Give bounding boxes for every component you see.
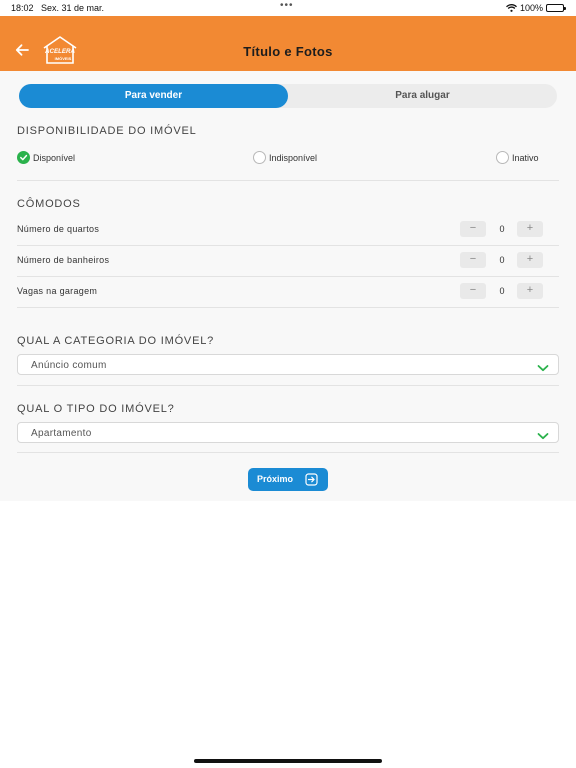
tab-para-alugar[interactable]: Para alugar — [288, 84, 557, 108]
form-content: Para vender Para alugar DISPONIBILIDADE … — [0, 71, 576, 501]
next-button-label: Próximo — [257, 474, 294, 484]
counter-label: Número de banheiros — [17, 255, 110, 265]
status-right: 100% — [506, 3, 566, 13]
battery-percent: 100% — [519, 3, 543, 13]
multitask-dots[interactable]: ••• — [280, 0, 294, 11]
radio-label: Disponível — [33, 152, 76, 163]
radio-label: Indisponível — [269, 152, 318, 163]
increment-button[interactable]: + — [517, 221, 543, 237]
counter-quartos: Número de quartos − 0 + — [0, 215, 576, 245]
type-title: QUAL O TIPO DO IMÓVEL? — [17, 403, 175, 415]
category-select[interactable]: Anúncio comum — [17, 354, 559, 375]
counter-value: 0 — [499, 255, 505, 265]
type-select[interactable]: Apartamento — [17, 422, 559, 443]
chevron-down-icon — [537, 428, 549, 440]
decrement-button[interactable]: − — [460, 252, 486, 268]
divider — [17, 452, 559, 453]
increment-button[interactable]: + — [517, 283, 543, 299]
radio-circle-icon — [253, 151, 266, 164]
app-header: ACELERA IMÓVEIS Título e Fotos — [0, 16, 576, 71]
availability-options: Disponível Indisponível Inativo — [0, 151, 576, 167]
next-button[interactable]: Próximo — [248, 468, 328, 491]
increment-button[interactable]: + — [517, 252, 543, 268]
status-time: 18:02 — [11, 3, 34, 13]
divider — [17, 180, 559, 181]
battery-icon — [546, 4, 566, 12]
decrement-button[interactable]: − — [460, 221, 486, 237]
status-date: Sex. 31 de mar. — [41, 3, 105, 13]
counter-label: Vagas na garagem — [17, 286, 98, 296]
divider — [17, 385, 559, 386]
category-selected-value: Anúncio comum — [31, 360, 107, 371]
check-icon — [17, 151, 30, 164]
radio-circle-icon — [496, 151, 509, 164]
divider — [17, 307, 559, 308]
counter-value: 0 — [499, 224, 505, 234]
category-title: QUAL A CATEGORIA DO IMÓVEL? — [17, 335, 215, 347]
counter-value: 0 — [499, 286, 505, 296]
radio-indisponivel[interactable]: Indisponível — [253, 151, 317, 164]
arrow-right-square-icon — [305, 473, 318, 486]
type-selected-value: Apartamento — [31, 428, 92, 439]
availability-title: DISPONIBILIDADE DO IMÓVEL — [17, 125, 197, 137]
status-bar: 18:02 Sex. 31 de mar. ••• 100% — [0, 0, 576, 16]
counter-garagem: Vagas na garagem − 0 + — [0, 277, 576, 307]
radio-label: Inativo — [512, 152, 539, 163]
tab-para-vender[interactable]: Para vender — [19, 84, 288, 108]
rooms-title: CÔMODOS — [17, 198, 81, 210]
radio-inativo[interactable]: Inativo — [496, 151, 539, 164]
counter-label: Número de quartos — [17, 224, 100, 234]
page-title: Título e Fotos — [243, 44, 333, 59]
wifi-icon — [506, 4, 517, 12]
home-indicator[interactable] — [194, 759, 382, 763]
chevron-down-icon — [537, 360, 549, 372]
decrement-button[interactable]: − — [460, 283, 486, 299]
radio-disponivel[interactable]: Disponível — [17, 151, 75, 164]
listing-type-tabs: Para vender Para alugar — [19, 84, 557, 108]
counter-banheiros: Número de banheiros − 0 + — [0, 246, 576, 276]
